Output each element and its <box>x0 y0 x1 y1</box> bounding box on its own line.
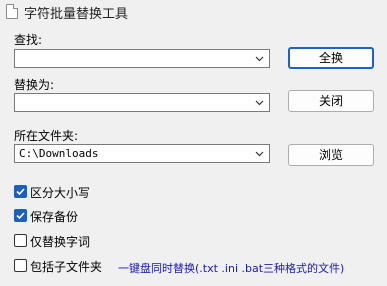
checkbox-label: 仅替换字词 <box>30 235 91 249</box>
checkbox-label: 区分大小写 <box>30 186 91 200</box>
check-icon <box>16 212 25 220</box>
close-button[interactable]: 关闭 <box>288 90 374 112</box>
checkbox-box[interactable] <box>14 209 27 222</box>
title-bar: 字符批量替换工具 <box>0 0 387 24</box>
folder-value: C:\Downloads <box>19 147 99 160</box>
browse-button[interactable]: 浏览 <box>288 144 374 166</box>
checkbox-label: 保存备份 <box>30 210 79 224</box>
chevron-down-icon[interactable] <box>253 146 266 161</box>
find-combobox[interactable] <box>14 49 270 68</box>
find-label: 查找: <box>14 33 43 47</box>
checkbox-box[interactable] <box>14 234 27 247</box>
check-icon <box>16 188 25 196</box>
chevron-down-icon[interactable] <box>253 95 266 110</box>
chevron-down-icon[interactable] <box>253 51 266 66</box>
folder-label: 所在文件夹: <box>14 129 79 143</box>
document-icon <box>6 4 18 19</box>
window-title: 字符批量替换工具 <box>24 7 129 22</box>
folder-combobox[interactable]: C:\Downloads <box>14 144 270 163</box>
hint-text: 一键盘同时替换(.txt .ini .bat三种格式的文件) <box>118 262 345 275</box>
replace-label: 替换为: <box>14 78 55 92</box>
checkbox-box[interactable] <box>14 259 27 272</box>
checkbox-label: 包括子文件夹 <box>30 260 103 274</box>
replace-all-button[interactable]: 全换 <box>288 47 374 69</box>
checkbox-box[interactable] <box>14 185 27 198</box>
replace-combobox[interactable] <box>14 93 270 112</box>
